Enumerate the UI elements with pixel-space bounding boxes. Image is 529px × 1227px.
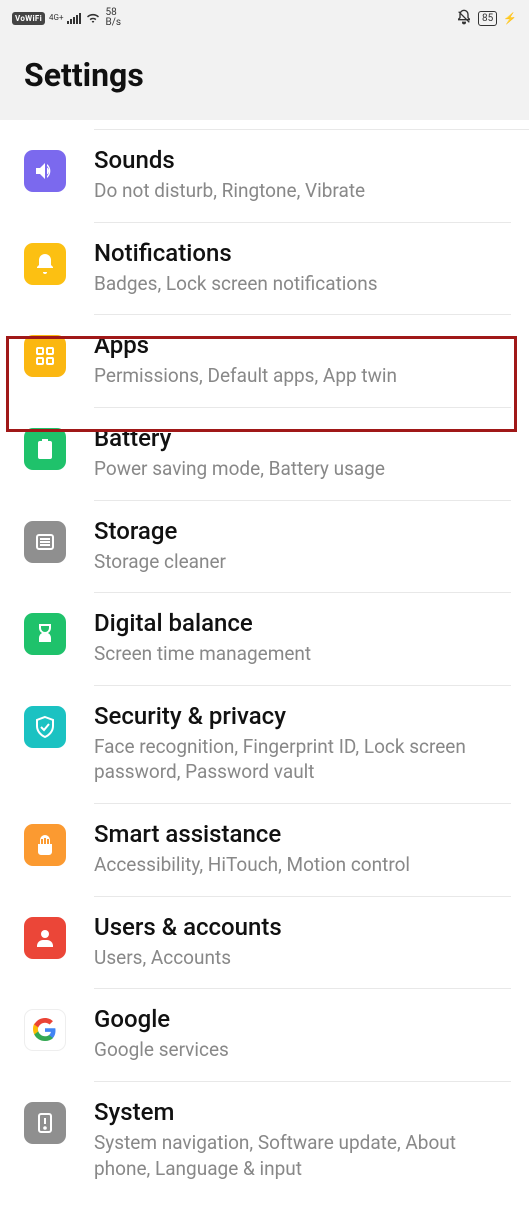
item-subtitle: Google services	[94, 1037, 511, 1063]
item-title: Users & accounts	[94, 913, 511, 941]
setting-storage[interactable]: Storage Storage cleaner	[0, 501, 529, 594]
security-icon	[24, 706, 66, 748]
data-speed: 58 B/s	[105, 8, 121, 28]
wifi-icon	[85, 11, 101, 26]
previous-item-edge	[94, 120, 529, 130]
charging-icon: ⚡	[503, 12, 517, 25]
item-subtitle: Storage cleaner	[94, 549, 511, 575]
setting-apps[interactable]: Apps Permissions, Default apps, App twin	[0, 315, 529, 408]
network-type: 4G+	[49, 14, 63, 22]
item-title: Storage	[94, 517, 511, 545]
setting-battery[interactable]: Battery Power saving mode, Battery usage	[0, 408, 529, 501]
item-title: Battery	[94, 424, 511, 452]
item-subtitle: Face recognition, Fingerprint ID, Lock s…	[94, 734, 511, 785]
item-subtitle: System navigation, Software update, Abou…	[94, 1130, 511, 1181]
setting-users-accounts[interactable]: Users & accounts Users, Accounts	[0, 897, 529, 990]
item-subtitle: Screen time management	[94, 641, 511, 667]
vowifi-badge: VoWiFi	[12, 12, 45, 25]
setting-security[interactable]: Security & privacy Face recognition, Fin…	[0, 686, 529, 804]
setting-google[interactable]: Google Google services	[0, 989, 529, 1082]
item-subtitle: Permissions, Default apps, App twin	[94, 363, 511, 389]
setting-smart-assistance[interactable]: Smart assistance Accessibility, HiTouch,…	[0, 804, 529, 897]
item-title: Digital balance	[94, 609, 511, 637]
settings-list[interactable]: Sounds Do not disturb, Ringtone, Vibrate…	[0, 130, 529, 1199]
item-subtitle: Power saving mode, Battery usage	[94, 456, 511, 482]
sounds-icon	[24, 150, 66, 192]
item-title: Security & privacy	[94, 702, 511, 730]
digital-balance-icon	[24, 613, 66, 655]
item-subtitle: Users, Accounts	[94, 945, 511, 971]
header: Settings	[0, 36, 529, 120]
smart-assistance-icon	[24, 824, 66, 866]
item-subtitle: Accessibility, HiTouch, Motion control	[94, 852, 511, 878]
users-icon	[24, 917, 66, 959]
item-title: Smart assistance	[94, 820, 511, 848]
item-title: Apps	[94, 331, 511, 359]
status-bar: VoWiFi 4G+ 58 B/s 85 ⚡	[0, 0, 529, 36]
apps-icon	[24, 335, 66, 377]
item-title: Google	[94, 1005, 511, 1033]
setting-system[interactable]: System System navigation, Software updat…	[0, 1082, 529, 1199]
setting-sounds[interactable]: Sounds Do not disturb, Ringtone, Vibrate	[0, 130, 529, 223]
battery-icon	[24, 428, 66, 470]
storage-icon	[24, 521, 66, 563]
signal-icon	[67, 12, 81, 24]
battery-indicator: 85	[478, 11, 497, 26]
item-title: System	[94, 1098, 511, 1126]
page-title: Settings	[24, 56, 505, 94]
item-subtitle: Badges, Lock screen notifications	[94, 271, 511, 297]
item-title: Sounds	[94, 146, 511, 174]
status-left: VoWiFi 4G+ 58 B/s	[12, 8, 121, 28]
status-right: 85 ⚡	[456, 9, 517, 28]
setting-digital-balance[interactable]: Digital balance Screen time management	[0, 593, 529, 686]
setting-notifications[interactable]: Notifications Badges, Lock screen notifi…	[0, 223, 529, 316]
system-icon	[24, 1102, 66, 1144]
notifications-icon	[24, 243, 66, 285]
item-subtitle: Do not disturb, Ringtone, Vibrate	[94, 178, 511, 204]
mute-icon	[456, 9, 472, 28]
google-icon	[24, 1009, 66, 1051]
item-title: Notifications	[94, 239, 511, 267]
